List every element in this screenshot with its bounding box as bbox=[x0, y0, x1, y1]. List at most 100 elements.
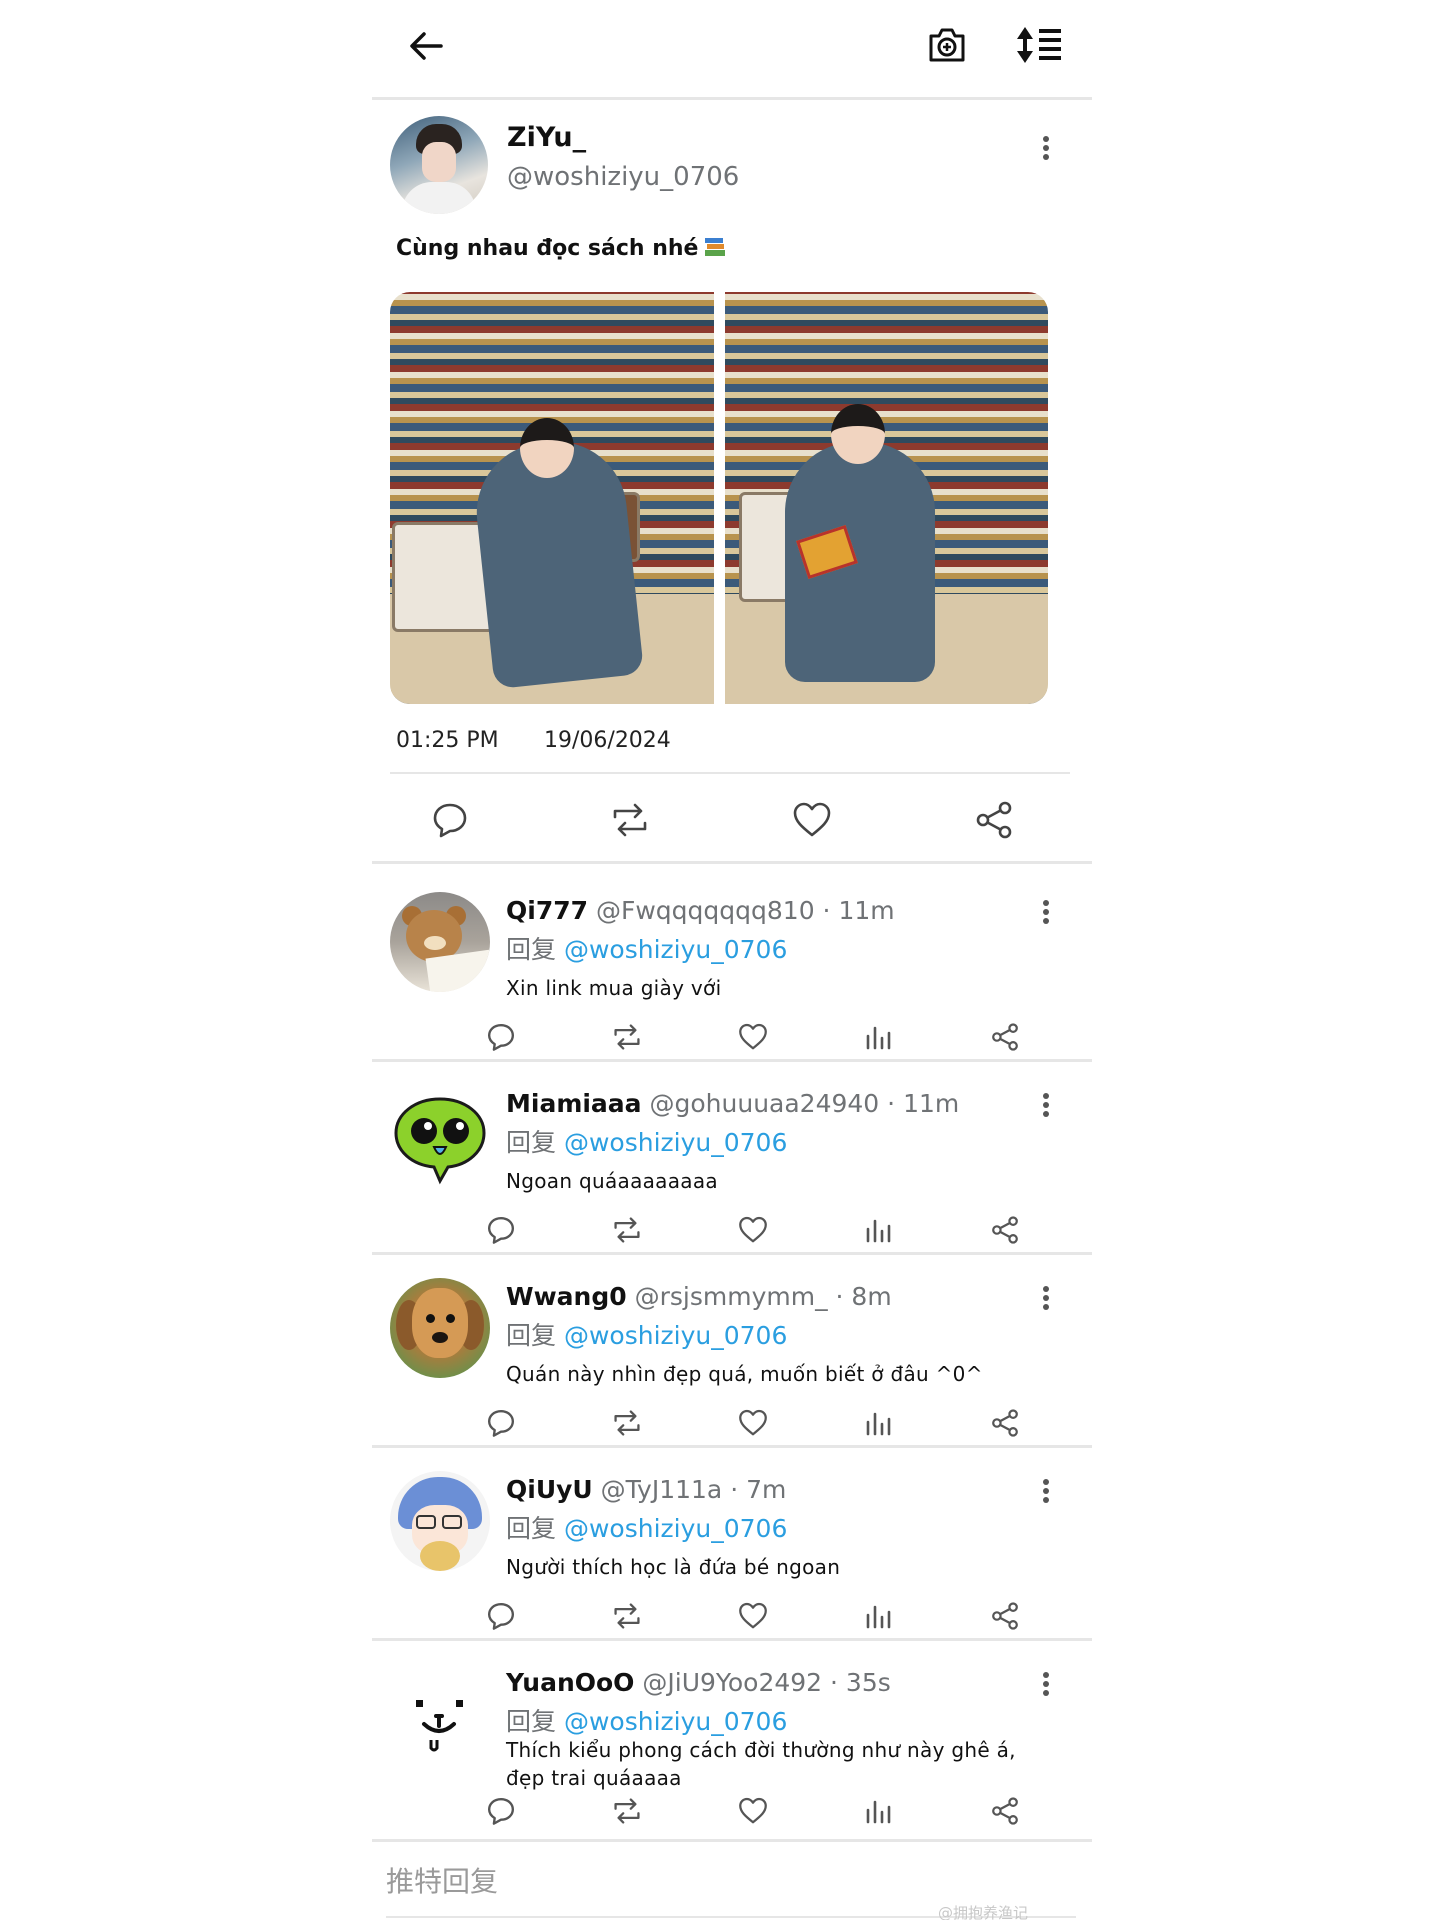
reply-item[interactable]: QiUyU @TyJ111a · 7m 回复 @woshiziyu_0706 N… bbox=[372, 1449, 1092, 1641]
reply-mention-link[interactable]: @woshiziyu_0706 bbox=[564, 1321, 787, 1350]
bar-chart-icon bbox=[866, 1219, 891, 1243]
reply-age: 35s bbox=[845, 1668, 891, 1697]
bar-chart-icon bbox=[866, 1412, 891, 1436]
reply-like-button[interactable] bbox=[736, 1406, 770, 1440]
reply-more-button[interactable] bbox=[1036, 1473, 1056, 1509]
post-reply-button[interactable] bbox=[428, 798, 472, 842]
reply-views-button[interactable] bbox=[862, 1020, 896, 1054]
reply-item[interactable]: YuanOoO @JiU9Yoo2492 · 35s 回复 @woshiziyu… bbox=[372, 1642, 1092, 1842]
reply-avatar[interactable] bbox=[390, 1664, 490, 1764]
reply-name[interactable]: QiUyU bbox=[506, 1475, 593, 1504]
reply-views-button[interactable] bbox=[862, 1794, 896, 1828]
reply-age: 11m bbox=[838, 896, 895, 925]
reply-header: Miamiaaa @gohuuuaa24940 · 11m bbox=[506, 1089, 960, 1118]
reply-handle[interactable]: @TyJ111a bbox=[601, 1475, 723, 1504]
reply-avatar[interactable] bbox=[390, 1085, 490, 1185]
reply-reply-button[interactable] bbox=[484, 1794, 518, 1828]
post-share-button[interactable] bbox=[972, 798, 1016, 842]
reply-reply-button[interactable] bbox=[484, 1406, 518, 1440]
dog-face-doodle-icon bbox=[416, 1700, 463, 1752]
reply-name[interactable]: YuanOoO bbox=[506, 1668, 634, 1697]
post-like-button[interactable] bbox=[790, 798, 834, 842]
app-screen: ZiYu_ @woshiziyu_0706 Cùng nhau đọc sách… bbox=[372, 0, 1092, 1920]
reply-handle[interactable]: @gohuuuaa24940 bbox=[650, 1089, 880, 1118]
reply-handle[interactable]: @rsjsmmymm_ bbox=[635, 1282, 828, 1311]
reply-item[interactable]: Wwang0 @rsjsmmymm_ · 8m 回复 @woshiziyu_07… bbox=[372, 1256, 1092, 1448]
reply-retweet-button[interactable] bbox=[610, 1020, 644, 1054]
reply-views-button[interactable] bbox=[862, 1406, 896, 1440]
reply-retweet-button[interactable] bbox=[610, 1406, 644, 1440]
retweet-icon bbox=[613, 803, 647, 837]
camera-button[interactable] bbox=[922, 20, 972, 70]
reply-share-button[interactable] bbox=[988, 1794, 1022, 1828]
author-handle[interactable]: @woshiziyu_0706 bbox=[507, 162, 739, 192]
reply-mention-link[interactable]: @woshiziyu_0706 bbox=[564, 935, 787, 964]
reply-share-button[interactable] bbox=[988, 1599, 1022, 1633]
reply-name[interactable]: Wwang0 bbox=[506, 1282, 627, 1311]
reply-avatar[interactable] bbox=[390, 1278, 490, 1378]
reply-retweet-button[interactable] bbox=[610, 1794, 644, 1828]
reply-input[interactable]: 推特回复 bbox=[386, 1860, 498, 1900]
bar-chart-icon bbox=[866, 1800, 891, 1824]
bar-chart-icon bbox=[866, 1026, 891, 1050]
reply-like-button[interactable] bbox=[736, 1213, 770, 1247]
reply-share-button[interactable] bbox=[988, 1213, 1022, 1247]
reply-to-line: 回复 @woshiziyu_0706 bbox=[506, 930, 787, 966]
heart-icon bbox=[739, 1797, 767, 1824]
reply-like-button[interactable] bbox=[736, 1794, 770, 1828]
reply-reply-button[interactable] bbox=[484, 1599, 518, 1633]
share-icon bbox=[992, 1409, 1018, 1437]
reply-share-button[interactable] bbox=[988, 1020, 1022, 1054]
reply-more-button[interactable] bbox=[1036, 1666, 1056, 1702]
post-photo-1[interactable] bbox=[390, 292, 714, 704]
reply-share-button[interactable] bbox=[988, 1406, 1022, 1440]
retweet-icon bbox=[614, 1798, 640, 1824]
reply-text: Quán này nhìn đẹp quá, muốn biết ở đâu ^… bbox=[506, 1362, 983, 1386]
reply-avatar[interactable] bbox=[390, 892, 490, 992]
reply-prefix: 回复 bbox=[506, 1128, 557, 1157]
post-date: 19/06/2024 bbox=[544, 728, 671, 753]
reply-avatar[interactable] bbox=[390, 1471, 490, 1571]
post-photo-2[interactable] bbox=[724, 292, 1048, 704]
reply-views-button[interactable] bbox=[862, 1599, 896, 1633]
reply-more-button[interactable] bbox=[1036, 894, 1056, 930]
reply-to-line: 回复 @woshiziyu_0706 bbox=[506, 1123, 787, 1159]
post-retweet-button[interactable] bbox=[608, 798, 652, 842]
reply-retweet-button[interactable] bbox=[610, 1213, 644, 1247]
heart-icon bbox=[739, 1023, 767, 1050]
reply-mention-link[interactable]: @woshiziyu_0706 bbox=[564, 1128, 787, 1157]
reply-handle[interactable]: @Fwqqqqqqq810 bbox=[596, 896, 815, 925]
author-avatar[interactable] bbox=[390, 116, 488, 214]
reply-name[interactable]: Qi777 bbox=[506, 896, 588, 925]
post-more-button[interactable] bbox=[1036, 130, 1056, 166]
reply-item[interactable]: Miamiaaa @gohuuuaa24940 · 11m 回复 @woshiz… bbox=[372, 1063, 1092, 1255]
reply-more-button[interactable] bbox=[1036, 1087, 1056, 1123]
reply-more-button[interactable] bbox=[1036, 1280, 1056, 1316]
reply-views-button[interactable] bbox=[862, 1213, 896, 1247]
reply-handle[interactable]: @JiU9Yoo2492 bbox=[642, 1668, 822, 1697]
reply-text: Xin link mua giày với bbox=[506, 976, 722, 1000]
reply-mention-link[interactable]: @woshiziyu_0706 bbox=[564, 1514, 787, 1543]
post-time: 01:25 PM bbox=[396, 728, 499, 753]
share-icon bbox=[992, 1023, 1018, 1051]
green-face-avatar-icon bbox=[394, 1097, 486, 1185]
reply-reply-button[interactable] bbox=[484, 1020, 518, 1054]
share-icon bbox=[992, 1216, 1018, 1244]
author-display-name[interactable]: ZiYu_ bbox=[507, 122, 586, 153]
retweet-icon bbox=[614, 1410, 640, 1436]
back-button[interactable] bbox=[402, 22, 450, 70]
post-text-content: Cùng nhau đọc sách nhé bbox=[396, 236, 699, 261]
sort-button[interactable] bbox=[1012, 20, 1068, 70]
reply-name[interactable]: Miamiaaa bbox=[506, 1089, 642, 1118]
reply-like-button[interactable] bbox=[736, 1599, 770, 1633]
reply-retweet-button[interactable] bbox=[610, 1599, 644, 1633]
share-icon bbox=[992, 1602, 1018, 1630]
reply-prefix: 回复 bbox=[506, 935, 557, 964]
heart-icon bbox=[793, 802, 831, 837]
reply-reply-button[interactable] bbox=[484, 1213, 518, 1247]
reply-item[interactable]: Qi777 @Fwqqqqqqq810 · 11m 回复 @woshiziyu_… bbox=[372, 870, 1092, 1062]
reply-mention-link[interactable]: @woshiziyu_0706 bbox=[564, 1707, 787, 1736]
reply-like-button[interactable] bbox=[736, 1020, 770, 1054]
reply-to-line: 回复 @woshiziyu_0706 bbox=[506, 1702, 787, 1738]
share-icon bbox=[976, 801, 1012, 839]
